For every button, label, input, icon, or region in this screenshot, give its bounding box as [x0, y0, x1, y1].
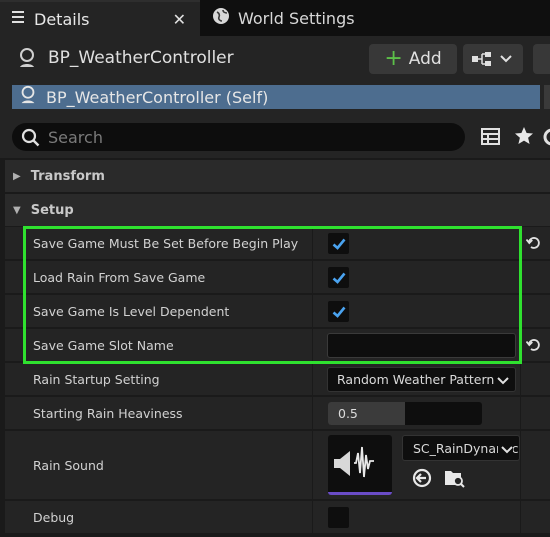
property-row: Rain Startup Setting Random Weather Patt… — [5, 363, 550, 396]
property-row: Save Game Must Be Set Before Begin Play — [5, 227, 550, 260]
property-row: Rain Sound SC_RainDynamic — [5, 431, 550, 500]
sound-thumbnail[interactable] — [328, 435, 392, 495]
chevron-down-icon — [500, 55, 512, 63]
checkmark-icon — [332, 238, 346, 250]
actor-title: BP_WeatherController — [48, 48, 234, 68]
reset-to-default-icon[interactable] — [525, 337, 542, 357]
column-divider — [520, 501, 521, 533]
save-must-set-checkbox[interactable] — [328, 233, 349, 254]
column-divider — [312, 261, 313, 293]
slot-name-input[interactable] — [327, 333, 516, 358]
use-selected-asset-icon[interactable] — [412, 468, 432, 492]
tab-bar: Details ✕ World Settings — [0, 0, 550, 36]
debug-checkbox[interactable] — [328, 507, 349, 528]
column-divider — [312, 295, 313, 327]
category-label: Transform — [30, 168, 105, 184]
property-row: Save Game Is Level Dependent — [5, 295, 550, 328]
slider-value: 0.5 — [338, 406, 358, 421]
column-divider — [520, 431, 521, 499]
category-setup[interactable]: ▼ Setup — [5, 194, 550, 226]
column-divider — [312, 431, 313, 499]
tab-world-settings-label: World Settings — [238, 8, 355, 28]
gear-icon[interactable] — [542, 128, 550, 150]
column-divider — [520, 227, 521, 259]
column-divider — [312, 363, 313, 395]
overflow-button[interactable] — [533, 44, 550, 74]
tab-details[interactable]: Details ✕ — [0, 0, 200, 36]
property-label: Rain Sound — [33, 458, 104, 473]
star-icon[interactable] — [514, 126, 534, 150]
property-list: ▶ Transform ▼ Setup Save Game Must Be Se… — [0, 158, 550, 537]
browse-asset-icon[interactable] — [443, 467, 465, 493]
property-label: Save Game Must Be Set Before Begin Play — [33, 236, 299, 251]
chevron-right-icon: ▶ — [13, 170, 21, 182]
search-icon — [21, 128, 41, 152]
property-row: Starting Rain Heaviness 0.5 — [5, 397, 550, 430]
globe-icon — [212, 7, 230, 29]
column-divider — [312, 501, 313, 533]
plus-icon: + — [384, 46, 403, 71]
column-divider — [520, 261, 521, 293]
details-icon — [10, 9, 26, 29]
category-transform[interactable]: ▶ Transform — [5, 160, 550, 192]
property-label: Save Game Is Level Dependent — [33, 304, 230, 319]
category-label: Setup — [30, 202, 74, 218]
chevron-down-icon — [498, 443, 513, 458]
hierarchy-icon — [472, 52, 491, 66]
column-divider — [520, 363, 521, 395]
level-dependent-checkbox[interactable] — [328, 301, 349, 322]
chevron-down-icon — [494, 374, 509, 389]
column-divider — [312, 329, 313, 361]
property-row: Load Rain From Save Game — [5, 261, 550, 294]
add-component-button[interactable]: + Add — [369, 44, 457, 74]
chevron-down-icon: ▼ — [13, 204, 21, 216]
sound-wave-icon — [334, 446, 374, 478]
dropdown-value: Random Weather Patterns — [337, 372, 501, 387]
add-label: Add — [408, 49, 442, 69]
actor-icon — [16, 47, 38, 73]
property-label: Rain Startup Setting — [33, 372, 160, 387]
property-row: Debug — [5, 501, 550, 534]
search-row — [0, 112, 550, 158]
close-icon[interactable]: ✕ — [173, 10, 186, 29]
column-divider — [312, 227, 313, 259]
rain-sound-dropdown[interactable]: SC_RainDynamic — [402, 435, 520, 461]
column-divider — [520, 397, 521, 429]
load-rain-checkbox[interactable] — [328, 267, 349, 288]
component-self-label: BP_WeatherController (Self) — [46, 87, 269, 107]
details-header: BP_WeatherController + Add — [0, 36, 550, 82]
tab-details-label: Details — [34, 9, 90, 29]
property-label: Load Rain From Save Game — [33, 270, 206, 285]
column-divider — [312, 397, 313, 429]
tab-world-settings[interactable]: World Settings — [202, 0, 402, 36]
checkmark-icon — [332, 272, 346, 284]
checkmark-icon — [332, 306, 346, 318]
property-row: Save Game Slot Name — [5, 329, 550, 362]
property-matrix-icon[interactable] — [481, 128, 500, 149]
actor-icon — [18, 85, 38, 109]
scrollbar[interactable] — [544, 85, 550, 109]
property-label: Starting Rain Heaviness — [33, 406, 183, 421]
property-label: Save Game Slot Name — [33, 338, 174, 353]
search-input[interactable] — [48, 125, 448, 149]
property-label: Debug — [33, 510, 75, 525]
component-tree: BP_WeatherController (Self) — [0, 82, 550, 112]
reset-to-default-icon[interactable] — [525, 235, 542, 255]
rain-startup-dropdown[interactable]: Random Weather Patterns — [327, 367, 516, 392]
search-box — [12, 123, 465, 151]
component-self-item[interactable]: BP_WeatherController (Self) — [12, 85, 540, 109]
blueprint-options-button[interactable] — [463, 44, 523, 74]
column-divider — [520, 295, 521, 327]
rain-heaviness-slider[interactable]: 0.5 — [328, 402, 482, 425]
